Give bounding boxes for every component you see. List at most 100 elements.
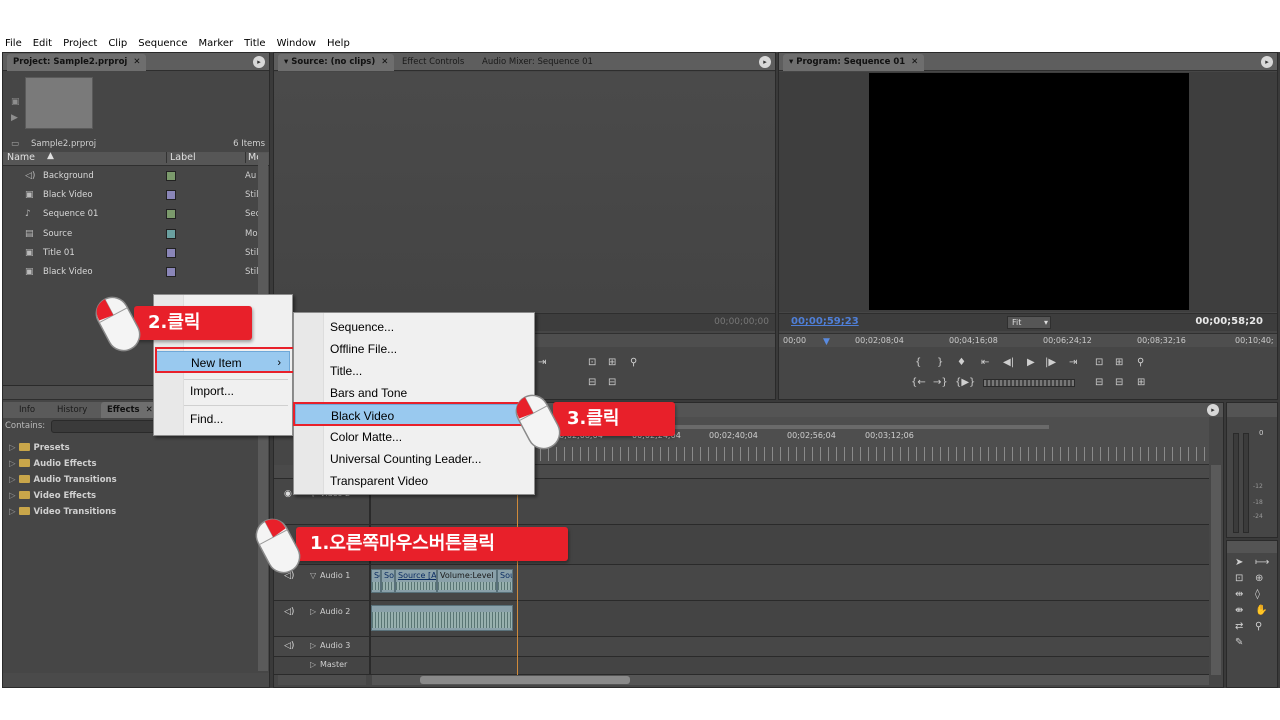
trim-icon[interactable]: ⊞ [1137,377,1145,388]
sort-up-icon[interactable]: ▲ [47,151,54,161]
audio-clip[interactable]: Source [A] [395,569,437,593]
label-color-swatch[interactable] [166,267,176,277]
menu-title[interactable]: Title [244,36,265,51]
jog-slider[interactable] [983,379,1075,387]
go-to-out-icon[interactable]: ⇥ [1069,357,1077,368]
menu-edit[interactable]: Edit [33,36,52,51]
go-to-in-icon[interactable]: ⇤ [981,357,989,368]
lift-icon[interactable]: ⊡ [1095,357,1103,368]
razor-tool-icon[interactable]: ◊ [1255,589,1260,600]
folder-audio-effects[interactable]: ▷ Audio Effects [9,459,97,469]
close-icon[interactable]: ✕ [146,405,153,415]
folder-video-effects[interactable]: ▷ Video Effects [9,491,96,501]
step-back-icon[interactable]: ◀| [1003,357,1014,368]
tab-project[interactable]: Project: Sample2.prproj ✕ [7,54,147,71]
fit-dropdown[interactable]: Fit ▾ [1007,316,1051,329]
menu-project[interactable]: Project [63,36,97,51]
panel-menu-icon[interactable]: ▸ [759,56,771,68]
menu-item-universal-counting-leader[interactable]: Universal Counting Leader... [294,448,534,470]
project-item-row[interactable]: ▤ Source Mo [3,225,269,244]
tab-source[interactable]: ▾ Source: (no clips) ✕ [278,54,395,71]
slip-tool-icon[interactable]: ⇼ [1235,605,1243,616]
mark-in-icon[interactable]: { [915,357,921,368]
label-color-swatch[interactable] [166,190,176,201]
eye-icon[interactable]: ◉ [284,489,292,499]
rolling-edit-tool-icon[interactable]: ⊕ [1255,573,1263,584]
extract-icon[interactable]: ⊟ [1115,377,1123,388]
expand-icon[interactable]: ▽ [310,571,316,580]
label-color-swatch[interactable] [166,171,176,181]
menu-item-transparent-video[interactable]: Transparent Video [294,470,534,492]
rate-stretch-tool-icon[interactable]: ⇹ [1235,589,1243,600]
label-color-swatch[interactable] [166,209,176,220]
lift-icon[interactable]: ⊟ [588,377,596,388]
mark-out-icon[interactable]: } [937,357,943,368]
panel-menu-icon[interactable]: ▸ [253,56,265,68]
audio-clip[interactable]: Volume:Level [437,569,497,593]
slide-tool-icon[interactable]: ⇄ [1235,621,1243,632]
folder-audio-transitions[interactable]: ▷ Audio Transitions [9,475,117,485]
menu-item-bars-and-tone[interactable]: Bars and Tone [294,382,534,404]
column-label[interactable]: Label [166,152,196,163]
play-icon[interactable]: ▶ [1027,357,1035,368]
camera-icon[interactable]: ▣ [11,97,20,107]
insert-icon[interactable]: ⊡ [588,357,596,368]
tab-history[interactable]: History [51,402,93,418]
scroll-thumb[interactable] [420,676,630,684]
menu-marker[interactable]: Marker [199,36,234,51]
menu-item-find[interactable]: Find... [154,408,292,430]
playhead-line[interactable] [517,465,518,675]
menu-item-title[interactable]: Title... [294,360,534,382]
play-icon[interactable]: ▶ [11,113,18,123]
tab-info[interactable]: Info [13,402,41,418]
folder-presets[interactable]: ▷ Presets [9,443,70,453]
menu-window[interactable]: Window [277,36,316,51]
zoom-slider[interactable] [278,675,366,685]
playhead-icon[interactable]: ▼ [823,337,830,347]
close-icon[interactable]: ✕ [911,57,918,67]
export-frame-icon[interactable]: ⚲ [1137,357,1144,368]
panel-menu-icon[interactable]: ▸ [1207,404,1219,416]
selection-tool-icon[interactable]: ➤ [1235,557,1243,568]
audio-clip-track-2[interactable] [371,605,513,631]
label-color-swatch[interactable] [166,247,176,258]
menu-item-color-matte[interactable]: Color Matte... [294,426,534,448]
speaker-icon[interactable]: ◁) [284,641,294,651]
step-forward-icon[interactable]: |▶ [1045,357,1056,368]
audio-clip[interactable]: Sou [497,569,513,593]
project-item-row[interactable]: ▣ Black Video Stil [3,186,269,205]
audio-clip[interactable]: So [371,569,381,593]
menu-sequence[interactable]: Sequence [138,36,187,51]
close-icon[interactable]: ✕ [381,57,388,67]
panel-menu-icon[interactable]: ▸ [1261,56,1273,68]
track-select-tool-icon[interactable]: ⟼ [1255,557,1269,568]
project-item-row[interactable]: ▣ Black Video Stil [3,263,269,282]
extract-icon[interactable]: ⊞ [1115,357,1123,368]
lift-icon[interactable]: ⊟ [1095,377,1103,388]
label-color-swatch[interactable] [166,228,176,239]
expand-icon[interactable]: ▷ [310,660,316,669]
audio-clip[interactable]: Sou [381,569,395,593]
menu-item-import[interactable]: Import... [154,380,292,402]
column-name[interactable]: Name [7,152,35,163]
extract-icon[interactable]: ⊟ [608,377,616,388]
step-forward-icon[interactable]: ⇥ [538,357,546,368]
tab-program[interactable]: ▾ Program: Sequence 01 ✕ [783,54,925,71]
go-to-next-edit-icon[interactable]: →} [933,377,948,388]
project-item-row[interactable]: ◁) Background Au [3,167,269,186]
close-icon[interactable]: ✕ [133,57,140,67]
expand-icon[interactable]: ▷ [310,641,316,650]
tab-effects[interactable]: Effects ✕ [101,402,159,418]
expand-icon[interactable]: ▷ [310,607,316,616]
project-item-row[interactable]: ▣ Title 01 Stil [3,244,269,263]
menu-item-sequence[interactable]: Sequence... [294,316,534,338]
timeline-horizontal-scrollbar[interactable] [372,675,1209,685]
tab-audio-mixer[interactable]: Audio Mixer: Sequence 01 [476,54,599,71]
menu-item-offline-file[interactable]: Offline File... [294,338,534,360]
play-in-to-out-icon[interactable]: {▶} [955,377,975,388]
folder-video-transitions[interactable]: ▷ Video Transitions [9,507,116,517]
program-timecode-current[interactable]: 00;00;59;23 [791,316,859,327]
go-to-prev-edit-icon[interactable]: {← [911,377,926,388]
speaker-icon[interactable]: ◁) [284,607,294,617]
overlay-icon[interactable]: ⊞ [608,357,616,368]
